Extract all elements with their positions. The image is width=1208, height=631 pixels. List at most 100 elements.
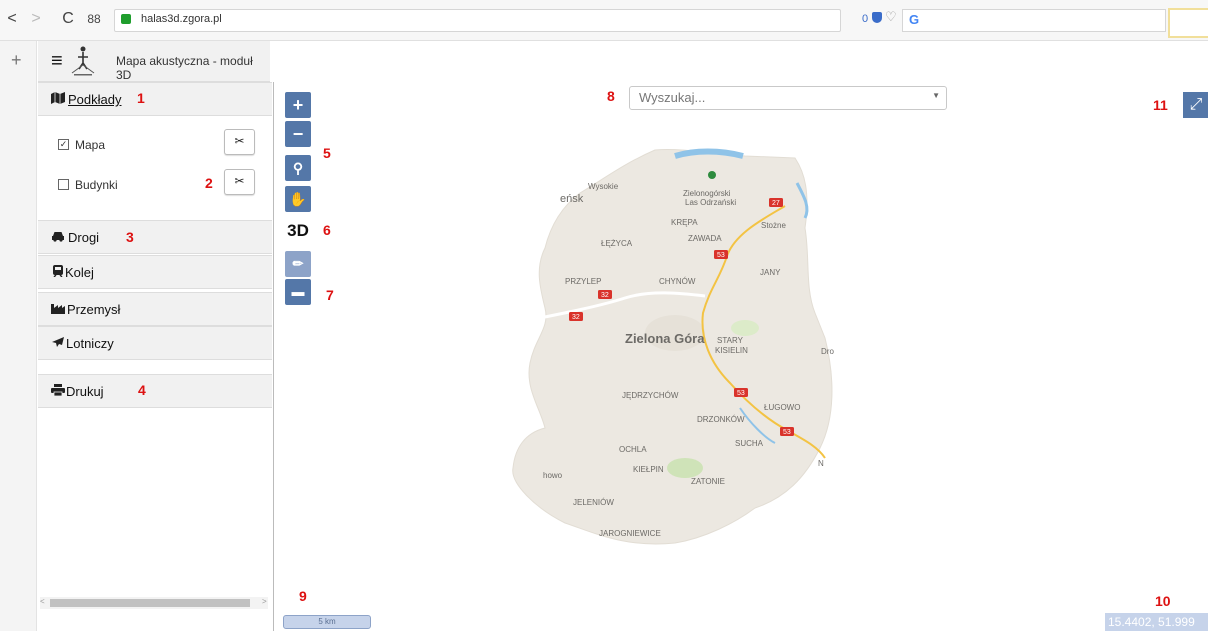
extension-box[interactable]: [1168, 8, 1208, 38]
mode-3d-button[interactable]: 3D: [285, 218, 311, 244]
plane-icon: [52, 337, 64, 347]
map-label-stary: STARY: [717, 336, 744, 345]
panel-lotniczy[interactable]: Lotniczy: [38, 326, 272, 360]
road-sign-53: 53: [714, 250, 728, 259]
road-sign-32: 32: [598, 290, 612, 299]
svg-text:32: 32: [572, 314, 580, 321]
map-label-stozne: Stożne: [761, 221, 786, 230]
map-label-przylep: PRZYLEP: [565, 277, 601, 286]
road-sign-32-b: 32: [569, 312, 583, 321]
reload-icon[interactable]: C: [58, 8, 78, 30]
map-label-drzonkow: DRZONKÓW: [697, 415, 745, 424]
new-tab-button[interactable]: +: [11, 50, 22, 71]
map-label-jedrzychow: JĘDRZYCHÓW: [622, 391, 679, 400]
scroll-left-icon[interactable]: <: [40, 597, 45, 606]
train-icon: [53, 265, 63, 277]
eraser-button-mapa[interactable]: ✂: [224, 129, 255, 155]
address-bar[interactable]: halas3d.zgora.pl: [114, 9, 841, 32]
map-label-dros: Dro: [821, 347, 834, 356]
map-label-jany: JANY: [760, 268, 781, 277]
map-icon: [51, 92, 65, 104]
panel-kolej[interactable]: Kolej: [38, 255, 272, 289]
profile-button[interactable]: ▬: [285, 279, 311, 305]
logo-icon: [71, 46, 95, 76]
sidebar: Podkłady 1 ✓ Mapa ✂ Budynki 2 ✂ Drogi 3 K…: [38, 82, 274, 631]
map-label-ensk: eńsk: [560, 193, 584, 205]
forest-marker-icon: [708, 171, 716, 179]
road-sign-27: 27: [769, 198, 783, 207]
eraser-button-budynki[interactable]: ✂: [224, 169, 255, 195]
panel-podklady[interactable]: Podkłady 1: [38, 82, 272, 116]
app-header: ≡ Mapa akustyczna - moduł 3D: [38, 41, 270, 82]
layer-mapa-label: Mapa: [75, 138, 106, 152]
back-icon[interactable]: <: [2, 8, 22, 30]
map-label-forest-2: Las Odrzański: [685, 198, 736, 207]
browser-search-input[interactable]: G: [902, 9, 1166, 32]
google-icon: G: [909, 12, 920, 27]
marker-11: 11: [1153, 97, 1168, 113]
browser-toolbar: < > C 88 halas3d.zgora.pl 0 ♡ G: [0, 0, 1208, 41]
ruler-icon: ✏: [292, 256, 304, 271]
shield-icon[interactable]: [872, 12, 882, 23]
checkbox-empty-icon: [58, 179, 69, 191]
adblock-count: 0: [862, 13, 869, 25]
search-select[interactable]: Wyszukaj... ▼: [629, 86, 947, 110]
sidebar-scrollbar[interactable]: < >: [40, 597, 268, 609]
road-sign-53-c: 53: [780, 427, 794, 436]
factory-icon: [51, 304, 65, 314]
layer-mapa-checkbox[interactable]: ✓ Mapa: [58, 138, 105, 152]
marker-7: 7: [326, 287, 334, 303]
layer-budynki-checkbox[interactable]: Budynki: [58, 178, 118, 192]
map-label-kielpin: KIEŁPIN: [633, 465, 664, 474]
panel-drukuj[interactable]: Drukuj 4: [38, 374, 272, 408]
map-label-krepa: KRĘPA: [671, 218, 698, 227]
location-search-button[interactable]: ⚲: [285, 155, 311, 181]
scrollbar-thumb[interactable]: [50, 599, 250, 607]
scale-bar: 5 km: [283, 615, 371, 629]
panel-przemysl-label: Przemysł: [67, 302, 121, 317]
chevron-down-icon[interactable]: ▼: [932, 91, 940, 100]
panel-przemysl[interactable]: Przemysł: [38, 292, 272, 326]
marker-3: 3: [126, 229, 134, 245]
map-label-wysokie: Wysokie: [588, 182, 619, 191]
forward-icon[interactable]: >: [26, 8, 46, 30]
heart-icon[interactable]: ♡: [885, 9, 897, 25]
map-label-lugowo: ŁUGOWO: [764, 403, 800, 412]
car-icon: [52, 232, 64, 242]
menu-icon[interactable]: ≡: [51, 50, 63, 73]
zoom-in-button[interactable]: +: [285, 92, 311, 118]
apps-icon[interactable]: 88: [84, 8, 104, 30]
search-placeholder: Wyszukaj...: [639, 90, 706, 105]
zoom-out-button[interactable]: −: [285, 121, 311, 147]
eraser-icon: ✂: [234, 134, 245, 148]
map-canvas[interactable]: Zielonogórski Las Odrzański Wysokie eńsk…: [505, 138, 845, 558]
map-label-jarogniewice: JAROGNIEWICE: [599, 529, 661, 538]
map-label-kisielin: KISIELIN: [715, 346, 748, 355]
browser-side-strip: [0, 41, 37, 631]
person-search-icon: ⚲: [292, 160, 304, 176]
map-label-chynow: CHYNÓW: [659, 277, 696, 286]
checkbox-checked-icon: ✓: [58, 139, 69, 151]
lock-icon: [121, 14, 131, 24]
panel-podklady-label: Podkłady: [68, 92, 122, 107]
url-text: halas3d.zgora.pl: [141, 13, 222, 25]
svg-text:27: 27: [772, 200, 780, 207]
map-label-city: Zielona Góra: [625, 331, 705, 346]
marker-1: 1: [137, 90, 145, 106]
marker-4: 4: [138, 382, 146, 398]
marker-6: 6: [323, 222, 331, 238]
measure-button[interactable]: ✏: [285, 251, 311, 277]
hand-icon: ✋: [289, 191, 307, 207]
marker-10: 10: [1155, 593, 1171, 609]
svg-text:53: 53: [783, 429, 791, 436]
map-label-jeleniow: JELENIÓW: [573, 498, 614, 507]
scroll-right-icon[interactable]: >: [262, 597, 267, 606]
pan-button[interactable]: ✋: [285, 186, 311, 212]
app-title: Mapa akustyczna - moduł 3D: [116, 54, 253, 82]
panel-kolej-label: Kolej: [65, 265, 94, 280]
svg-text:53: 53: [737, 390, 745, 397]
map-label-zatonie: ZATONIE: [691, 477, 725, 486]
fullscreen-button[interactable]: ⤢: [1183, 92, 1208, 118]
panel-drogi[interactable]: Drogi 3: [38, 220, 272, 254]
marker-5: 5: [323, 145, 331, 161]
